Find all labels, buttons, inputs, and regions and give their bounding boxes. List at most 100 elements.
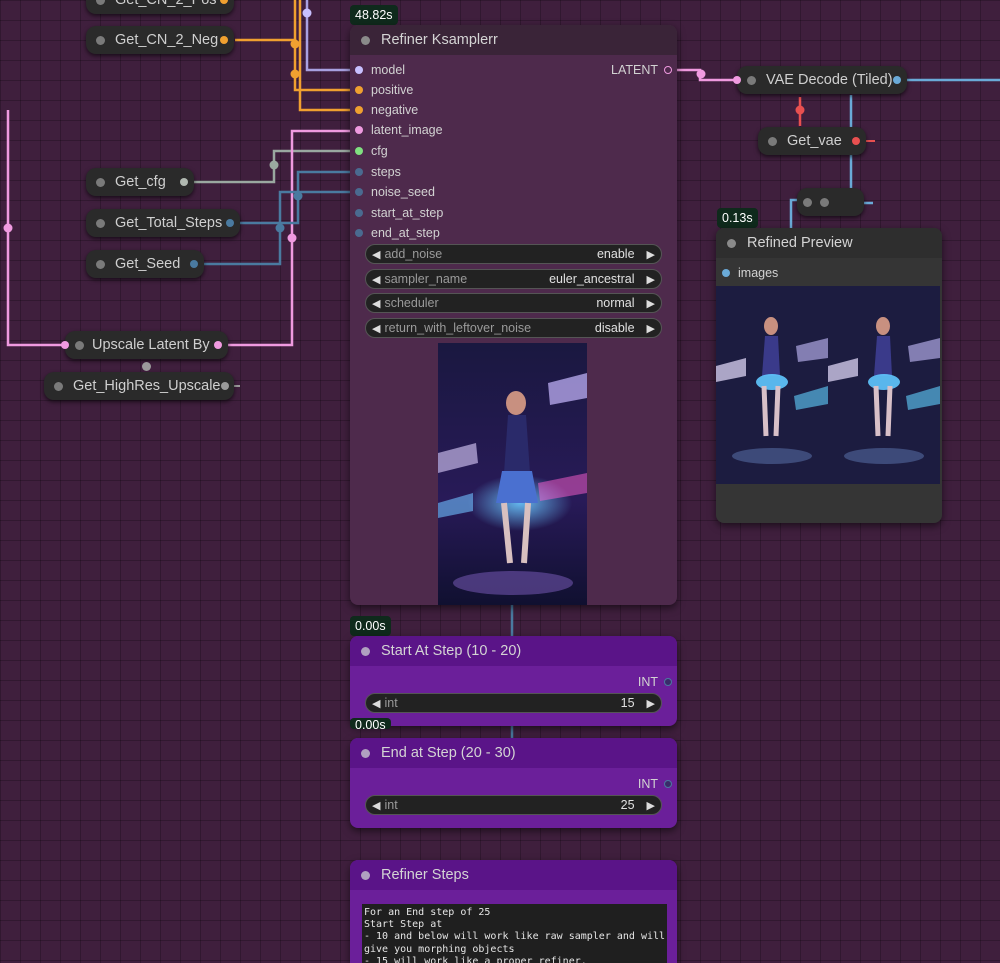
arrow-right-icon[interactable]: ▶ <box>641 697 661 710</box>
collapse-dot-icon[interactable] <box>768 136 777 146</box>
refined-preview-node[interactable]: Refined Preview images <box>716 228 942 523</box>
collapse-dot-icon[interactable] <box>361 646 370 656</box>
arrow-left-icon[interactable]: ◀ <box>366 297 384 310</box>
node-label: Get_CN_2_Neg <box>115 32 219 48</box>
get-cn-2-neg-node[interactable]: Get_CN_2_Neg <box>86 26 234 54</box>
collapse-dot-icon[interactable] <box>361 35 370 45</box>
output-dot-icon[interactable] <box>214 341 222 349</box>
input-dot-icon[interactable] <box>733 76 741 84</box>
arrow-right-icon[interactable]: ▶ <box>641 322 661 335</box>
upscale-latent-by-node[interactable]: Upscale Latent By <box>61 331 228 359</box>
widget-add-noise[interactable]: ◀ add_noise enable ▶ <box>365 244 662 264</box>
collapse-dot-icon[interactable] <box>96 177 105 187</box>
slot-dot-icon[interactable] <box>355 229 363 237</box>
arrow-left-icon[interactable]: ◀ <box>366 697 384 710</box>
widget-value[interactable]: 25 <box>621 798 635 812</box>
get-cn-2-pos-node[interactable]: Get_CN_2_Pos <box>86 0 234 14</box>
node-header[interactable]: Refiner Ksamplerr <box>350 25 677 55</box>
collapse-dot-icon[interactable] <box>96 35 105 45</box>
slot-label: INT <box>637 675 658 689</box>
output-dot-icon[interactable] <box>220 36 228 44</box>
slot-dot-icon[interactable] <box>722 269 730 277</box>
output-dot-icon[interactable] <box>180 178 188 186</box>
node-header[interactable]: Refined Preview <box>716 228 942 258</box>
output-dot-icon[interactable] <box>226 219 234 227</box>
widget-value[interactable]: 15 <box>621 696 635 710</box>
output-dot-icon[interactable] <box>220 382 229 390</box>
input-slot-cfg[interactable]: cfg <box>355 144 388 158</box>
input-dot-icon[interactable] <box>61 341 69 349</box>
slot-dot-icon[interactable] <box>664 780 672 788</box>
collapse-dot-icon[interactable] <box>54 381 63 391</box>
input-slot-latent-image[interactable]: latent_image <box>355 123 443 137</box>
slot-dot-icon[interactable] <box>664 66 672 74</box>
get-highres-upscale-node[interactable]: Get_HighRes_Upscale <box>44 372 234 400</box>
slot-dot-icon[interactable] <box>355 147 363 155</box>
get-vae-node[interactable]: Get_vae <box>758 127 866 155</box>
get-cfg-node[interactable]: Get_cfg <box>86 168 194 196</box>
input-slot-start-at-step[interactable]: start_at_step <box>355 206 443 220</box>
output-dot-icon[interactable] <box>852 137 860 145</box>
output-dot-icon[interactable] <box>190 260 198 268</box>
get-seed-node[interactable]: Get_Seed <box>86 250 204 278</box>
get-total-steps-node[interactable]: Get_Total_Steps <box>86 209 240 237</box>
collapse-dot-icon[interactable] <box>727 238 736 248</box>
arrow-left-icon[interactable]: ◀ <box>366 248 384 261</box>
widget-int[interactable]: ◀ int 15 ▶ <box>365 693 662 713</box>
output-slot-int[interactable]: INT <box>638 777 672 791</box>
widget-scheduler[interactable]: ◀ scheduler normal ▶ <box>365 293 662 313</box>
arrow-right-icon[interactable]: ▶ <box>641 248 661 261</box>
end-at-step-node[interactable]: End at Step (20 - 30) INT ◀ int 25 ▶ <box>350 738 677 828</box>
input-slot-noise-seed[interactable]: noise_seed <box>355 185 435 199</box>
start-at-step-node[interactable]: Start At Step (10 - 20) INT ◀ int 15 ▶ <box>350 636 677 726</box>
arrow-left-icon[interactable]: ◀ <box>366 273 384 286</box>
output-slot-int[interactable]: INT <box>638 675 672 689</box>
collapse-dot-icon[interactable] <box>96 218 105 228</box>
reroute-dot-icon[interactable] <box>820 197 829 207</box>
collapse-dot-icon[interactable] <box>96 259 105 269</box>
slot-dot-icon[interactable] <box>355 86 363 94</box>
slot-dot-icon[interactable] <box>355 106 363 114</box>
input-slot-end-at-step[interactable]: end_at_step <box>355 226 440 240</box>
widget-int[interactable]: ◀ int 25 ▶ <box>365 795 662 815</box>
collapse-dot-icon[interactable] <box>747 75 756 85</box>
slot-dot-icon[interactable] <box>355 188 363 196</box>
collapse-dot-icon[interactable] <box>361 748 370 758</box>
node-header[interactable]: Start At Step (10 - 20) <box>350 636 677 666</box>
slot-dot-icon[interactable] <box>355 168 363 176</box>
widget-sampler-name[interactable]: ◀ sampler_name euler_ancestral ▶ <box>365 269 662 289</box>
arrow-right-icon[interactable]: ▶ <box>641 799 661 812</box>
slot-dot-icon[interactable] <box>355 126 363 134</box>
input-slot-negative[interactable]: negative <box>355 103 418 117</box>
note-textarea[interactable]: For an End step of 25 Start Step at - 10… <box>362 904 667 963</box>
input-slot-images[interactable]: images <box>722 266 778 280</box>
timing-badge: 0.00s <box>350 616 391 636</box>
slot-dot-icon[interactable] <box>355 209 363 217</box>
output-slot-latent[interactable]: LATENT <box>611 63 672 77</box>
slot-dot-icon[interactable] <box>355 66 363 74</box>
preview-image-2[interactable] <box>828 286 940 484</box>
arrow-left-icon[interactable]: ◀ <box>366 322 384 335</box>
vae-decode-node[interactable]: VAE Decode (Tiled) <box>733 66 907 94</box>
widget-return-with-leftover-noise[interactable]: ◀ return_with_leftover_noise disable ▶ <box>365 318 662 338</box>
arrow-right-icon[interactable]: ▶ <box>641 297 661 310</box>
arrow-right-icon[interactable]: ▶ <box>641 273 661 286</box>
input-slot-steps[interactable]: steps <box>355 165 401 179</box>
node-header[interactable]: End at Step (20 - 30) <box>350 738 677 768</box>
preview-image-1[interactable] <box>716 286 828 484</box>
arrow-left-icon[interactable]: ◀ <box>366 799 384 812</box>
input-slot-model[interactable]: model <box>355 63 405 77</box>
collapse-dot-icon[interactable] <box>803 197 812 207</box>
refiner-steps-note-node[interactable]: Refiner Steps For an End step of 25 Star… <box>350 860 677 963</box>
collapse-dot-icon[interactable] <box>361 870 370 880</box>
input-slot-positive[interactable]: positive <box>355 83 413 97</box>
collapse-dot-icon[interactable] <box>96 0 105 5</box>
node-header[interactable]: Refiner Steps <box>350 860 677 890</box>
refiner-ksampler-node[interactable]: Refiner Ksamplerr model positive negativ… <box>350 25 677 605</box>
output-dot-icon[interactable] <box>220 0 228 4</box>
output-dot-icon[interactable] <box>893 76 901 84</box>
collapse-dot-icon[interactable] <box>75 340 84 350</box>
input-dot-icon[interactable] <box>142 362 151 371</box>
slot-dot-icon[interactable] <box>664 678 672 686</box>
reroute-node[interactable] <box>797 188 864 216</box>
